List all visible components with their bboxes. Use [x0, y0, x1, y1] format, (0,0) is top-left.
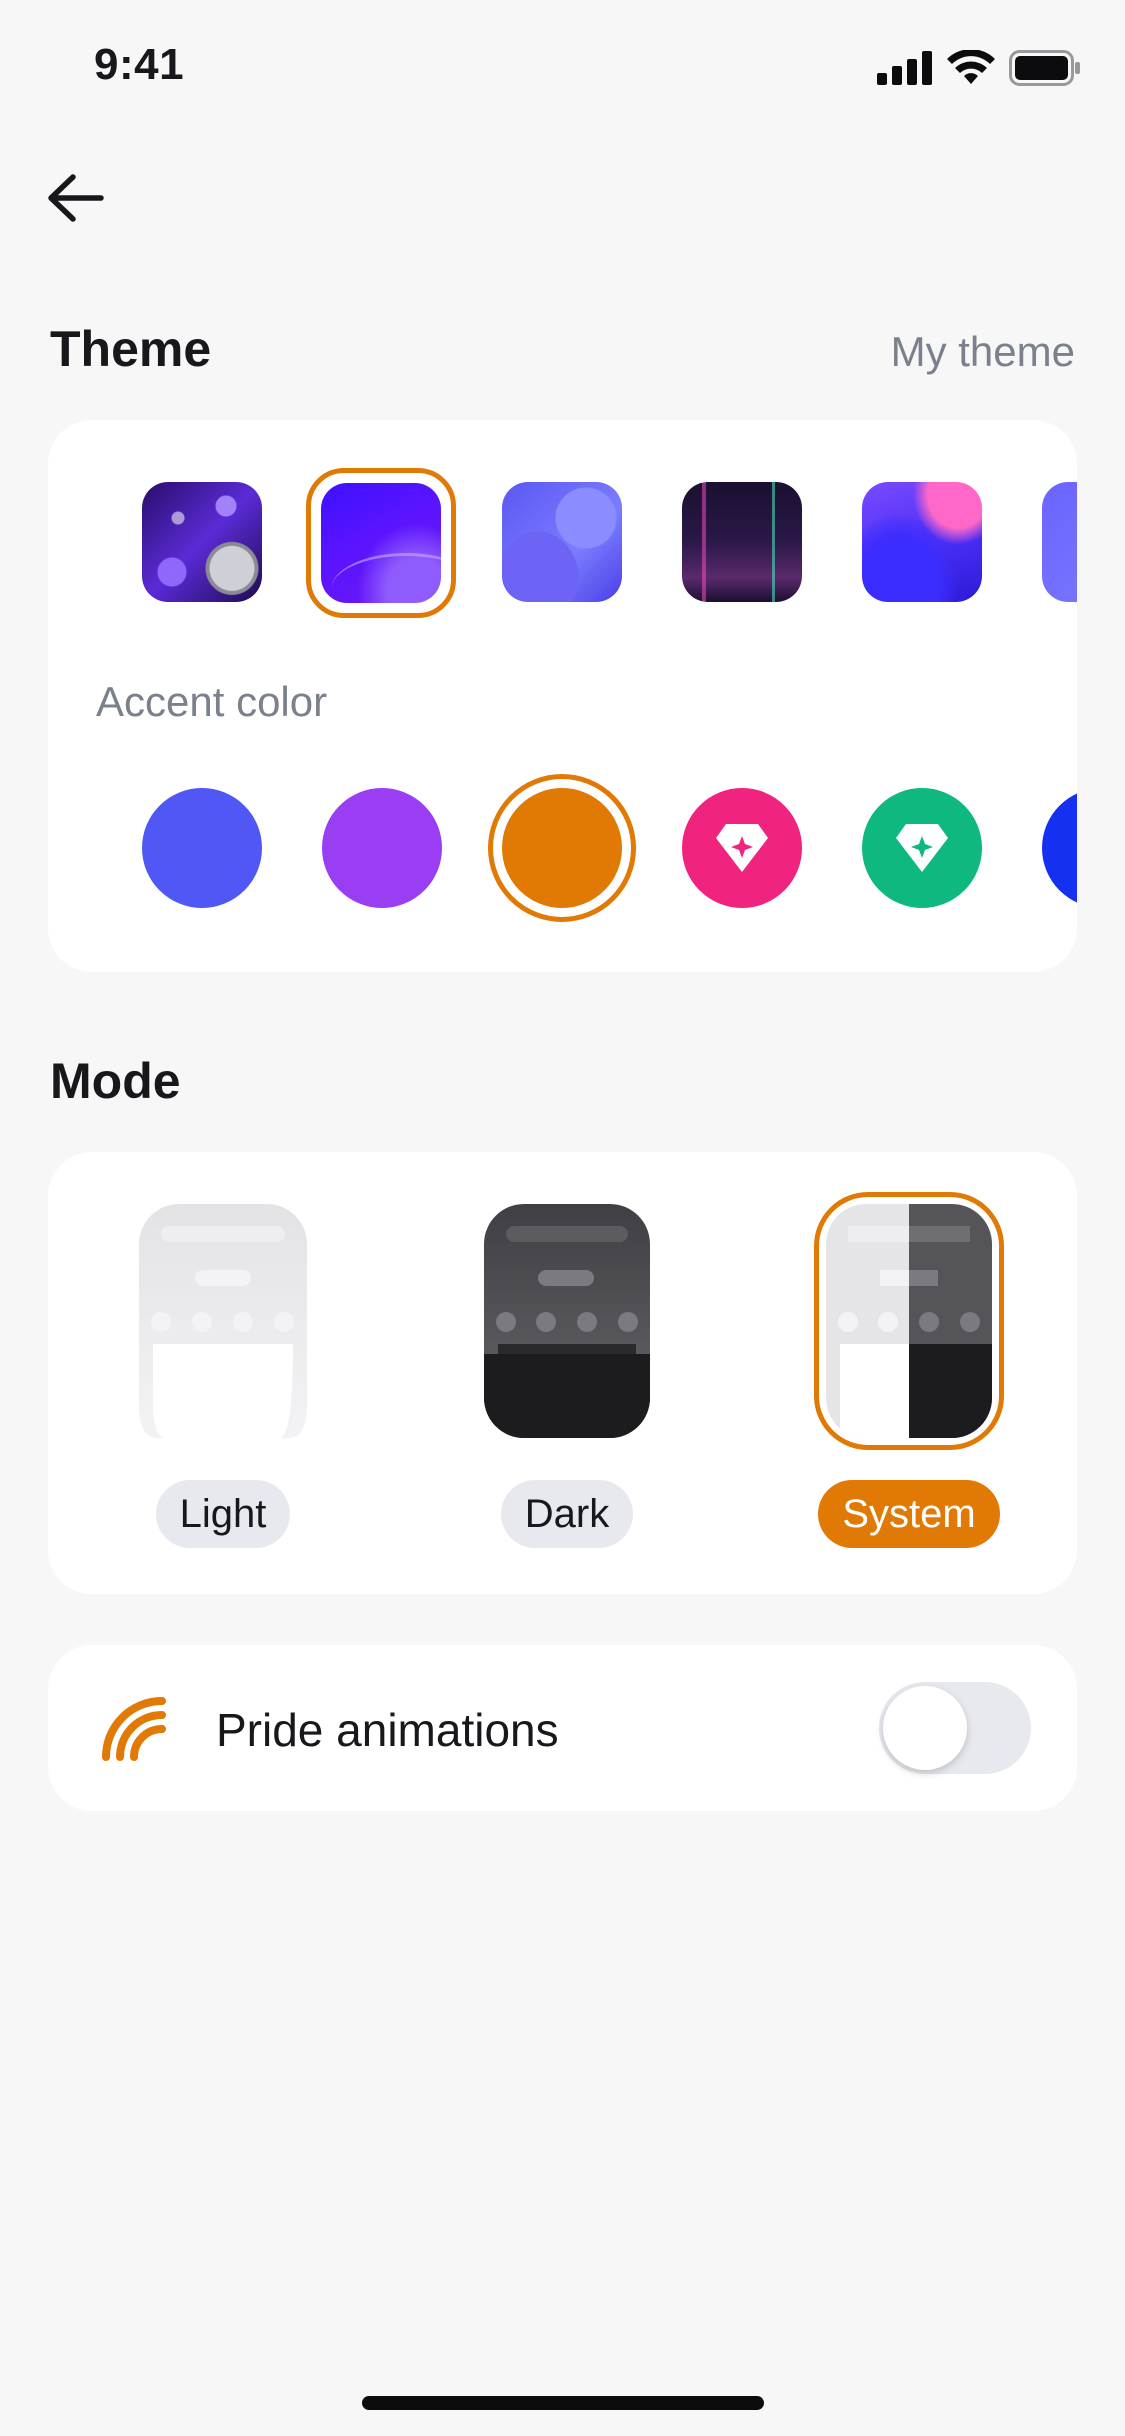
wallpaper-option-3[interactable]	[502, 482, 622, 602]
arrow-left-icon	[48, 174, 104, 222]
pride-animations-toggle[interactable]	[879, 1682, 1031, 1774]
accent-color-orange-selected[interactable]	[488, 774, 636, 922]
pride-animations-label: Pride animations	[216, 1704, 559, 1756]
pride-animations-row[interactable]: Pride animations	[48, 1645, 1077, 1811]
theme-card: Accent color	[48, 420, 1077, 972]
status-icons	[877, 50, 1081, 86]
mode-label-light: Light	[155, 1480, 291, 1548]
wallpaper-list[interactable]	[142, 468, 1077, 618]
accent-color-orange	[502, 788, 622, 908]
accent-color-purple[interactable]	[322, 788, 442, 908]
wallpaper-2-thumbnail	[321, 483, 441, 603]
accent-color-label: Accent color	[96, 678, 328, 725]
home-indicator	[362, 2396, 764, 2410]
mode-card: Light Dark System	[48, 1152, 1077, 1594]
back-button[interactable]	[44, 166, 108, 230]
mode-label-system: System	[818, 1480, 1000, 1548]
wifi-icon	[947, 50, 995, 84]
toggle-knob	[883, 1686, 967, 1770]
system-mode-preview-selected	[814, 1192, 1004, 1450]
appearance-screen: 9:41 Theme My theme Accent color Mode Li…	[0, 0, 1125, 2436]
wallpaper-option-5[interactable]	[862, 482, 982, 602]
accent-color-green[interactable]	[862, 788, 982, 908]
dark-mode-preview	[472, 1192, 662, 1450]
mode-option-light[interactable]: Light	[118, 1192, 328, 1548]
cellular-signal-icon	[877, 51, 932, 85]
theme-title: Theme	[50, 321, 212, 377]
my-theme-link[interactable]: My theme	[891, 328, 1075, 376]
mode-option-dark[interactable]: Dark	[462, 1192, 672, 1548]
wallpaper-option-1[interactable]	[142, 482, 262, 602]
light-mode-preview	[128, 1192, 318, 1450]
gem-sparkle-icon	[896, 824, 948, 872]
mode-label-dark: Dark	[500, 1480, 634, 1548]
wallpaper-option-6[interactable]	[1042, 482, 1077, 602]
accent-color-pink[interactable]	[682, 788, 802, 908]
battery-icon	[1009, 50, 1080, 86]
gem-sparkle-icon	[716, 824, 768, 872]
status-time: 9:41	[94, 40, 185, 89]
mode-option-system[interactable]: System	[804, 1192, 1014, 1548]
accent-color-list[interactable]	[142, 774, 1077, 922]
accent-color-deep-blue[interactable]	[1042, 788, 1077, 908]
mode-title: Mode	[50, 1053, 181, 1109]
wallpaper-option-4[interactable]	[682, 482, 802, 602]
wallpaper-option-2-selected[interactable]	[306, 468, 456, 618]
rainbow-icon	[102, 1697, 166, 1761]
accent-color-blue[interactable]	[142, 788, 262, 908]
